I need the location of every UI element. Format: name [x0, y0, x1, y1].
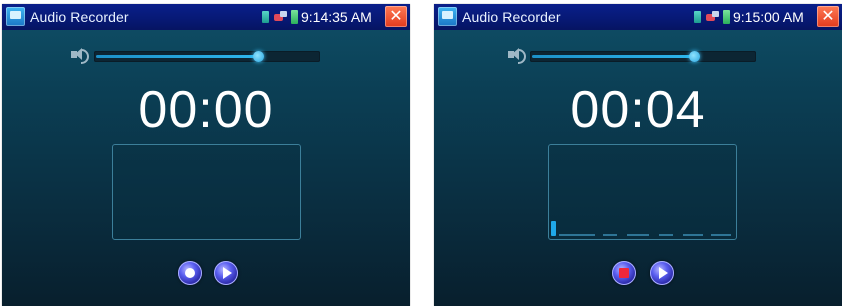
status-clock: 9:14:35 AM	[301, 9, 372, 25]
record-button[interactable]	[178, 261, 202, 285]
sd-card-icon	[694, 11, 701, 23]
waveform-level-bar	[551, 221, 556, 236]
app-title: Audio Recorder	[462, 9, 561, 25]
close-button[interactable]: ✕	[385, 6, 407, 27]
usb-icon	[274, 10, 288, 23]
recorder-screen-recording: Audio Recorder 9:15:00 AM ✕ 00:04	[434, 4, 842, 306]
volume-thumb[interactable]	[253, 51, 264, 62]
waveform-baseline	[659, 234, 673, 236]
play-icon	[223, 267, 232, 279]
waveform-baseline	[627, 234, 649, 236]
usb-icon	[706, 10, 720, 23]
volume-fill	[96, 55, 256, 58]
volume-fill	[532, 55, 692, 58]
status-bar: Audio Recorder 9:14:35 AM ✕	[2, 4, 410, 30]
sd-card-icon	[262, 11, 269, 23]
waveform-baseline	[711, 234, 731, 236]
waveform-display	[548, 144, 737, 240]
battery-icon	[291, 10, 298, 24]
elapsed-timer: 00:04	[570, 81, 706, 139]
waveform-baseline	[683, 234, 703, 236]
stop-icon	[619, 268, 629, 278]
play-icon	[659, 267, 668, 279]
status-clock: 9:15:00 AM	[733, 9, 804, 25]
app-icon	[438, 7, 457, 26]
volume-slider[interactable]	[530, 51, 756, 62]
play-button[interactable]	[650, 261, 674, 285]
volume-thumb[interactable]	[689, 51, 700, 62]
waveform-display	[112, 144, 301, 240]
app-title: Audio Recorder	[30, 9, 129, 25]
status-bar: Audio Recorder 9:15:00 AM ✕	[434, 4, 842, 30]
stop-button[interactable]	[612, 261, 636, 285]
waveform-baseline	[603, 234, 617, 236]
close-button[interactable]: ✕	[817, 6, 839, 27]
waveform-baseline	[559, 234, 595, 236]
volume-slider[interactable]	[94, 51, 320, 62]
elapsed-timer: 00:00	[138, 81, 274, 139]
play-button[interactable]	[214, 261, 238, 285]
record-icon	[185, 268, 195, 278]
recorder-screen-idle: Audio Recorder 9:14:35 AM ✕ 00:00	[2, 4, 410, 306]
battery-icon	[723, 10, 730, 24]
app-icon	[6, 7, 25, 26]
